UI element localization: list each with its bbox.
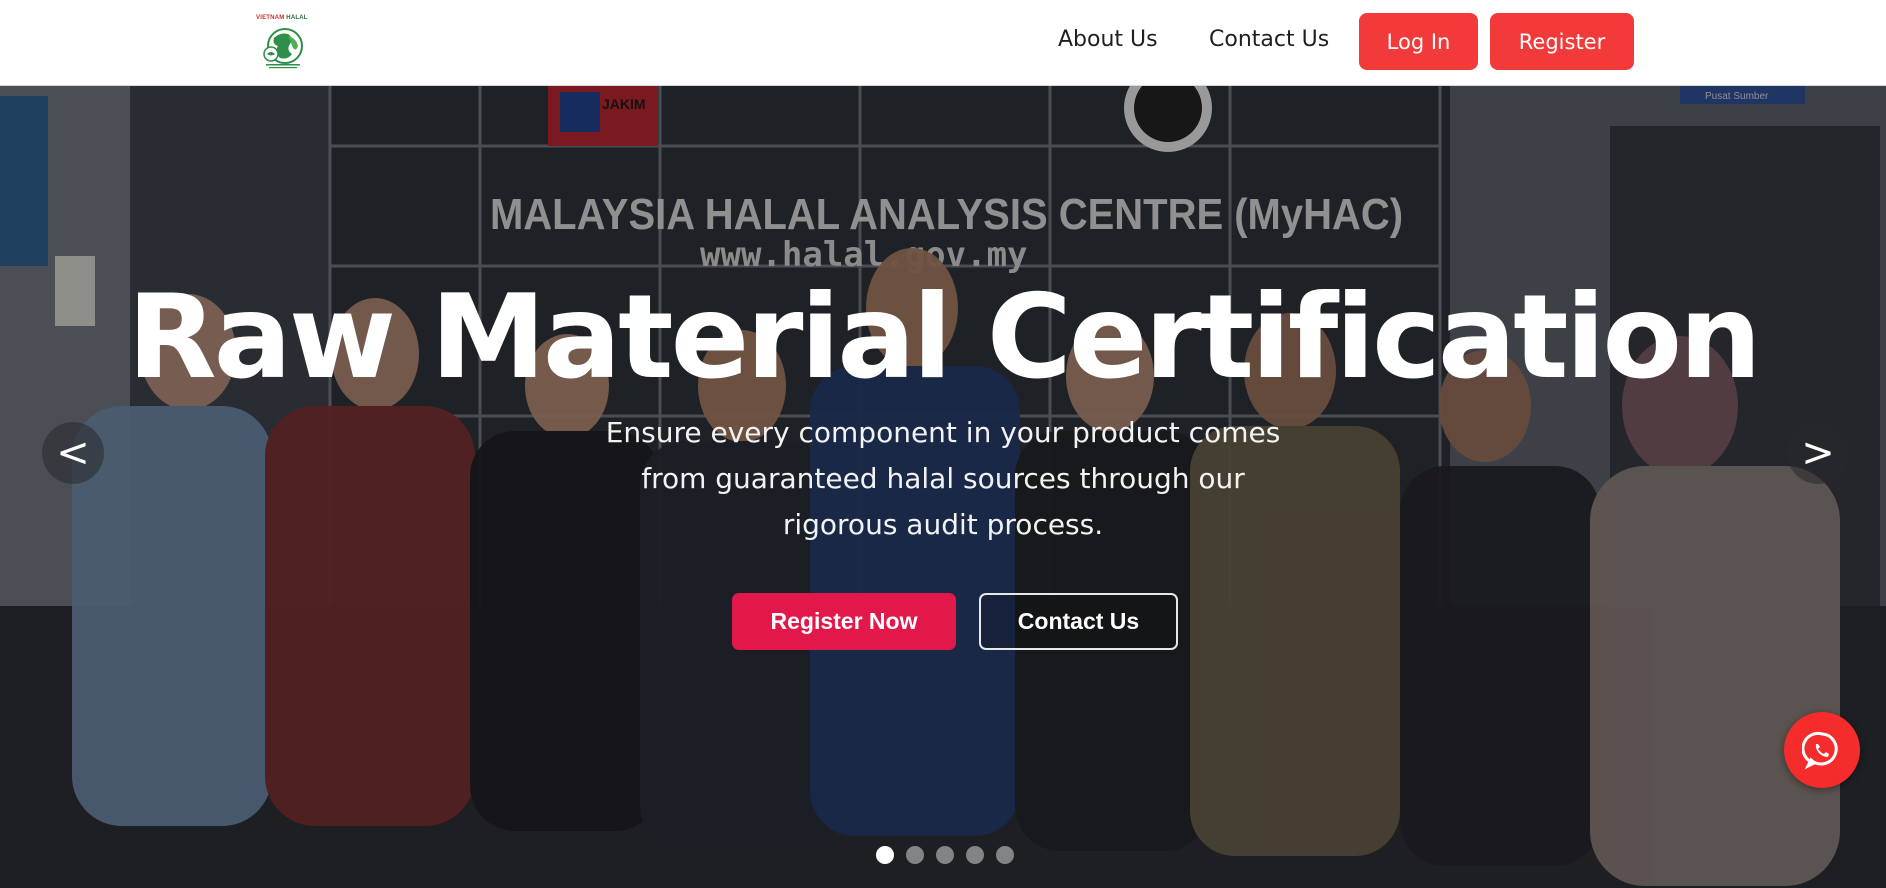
carousel-dot-1[interactable] <box>876 846 894 864</box>
hero-title: Raw Material Certification <box>127 270 1761 405</box>
site-logo[interactable]: VIETNAM HALAL <box>254 12 314 72</box>
logo-word-prefix: VIETNAM <box>256 15 285 21</box>
whatsapp-icon <box>1802 731 1838 770</box>
logo-wordmark: VIETNAM HALAL <box>256 15 308 21</box>
chevron-right-icon: > <box>1801 430 1835 476</box>
carousel-prev-button[interactable]: < <box>42 422 104 484</box>
logo-word-suffix: HALAL <box>286 15 308 21</box>
globe-halal-logo-icon <box>263 28 303 69</box>
carousel-next-button[interactable]: > <box>1787 422 1849 484</box>
carousel-dot-4[interactable] <box>966 846 984 864</box>
chevron-left-icon: < <box>56 430 90 476</box>
nav-contact-link[interactable]: Contact Us <box>1209 27 1329 52</box>
login-button[interactable]: Log In <box>1359 13 1478 70</box>
hero-subtitle: Ensure every component in your product c… <box>605 416 1281 541</box>
whatsapp-chat-button[interactable] <box>1784 712 1860 788</box>
hero-carousel: MALAYSIA HALAL ANALYSIS CENTRE (MyHAC) w… <box>0 86 1886 888</box>
register-now-button[interactable]: Register Now <box>732 593 956 650</box>
site-header: VIETNAM HALAL About Us Contact Us Log In… <box>0 0 1886 86</box>
contact-us-button[interactable]: Contact Us <box>979 593 1178 650</box>
nav-about-link[interactable]: About Us <box>1058 27 1158 52</box>
carousel-pagination <box>876 846 1014 864</box>
carousel-dot-2[interactable] <box>906 846 924 864</box>
carousel-dot-5[interactable] <box>996 846 1014 864</box>
carousel-dot-3[interactable] <box>936 846 954 864</box>
register-button[interactable]: Register <box>1490 13 1634 70</box>
